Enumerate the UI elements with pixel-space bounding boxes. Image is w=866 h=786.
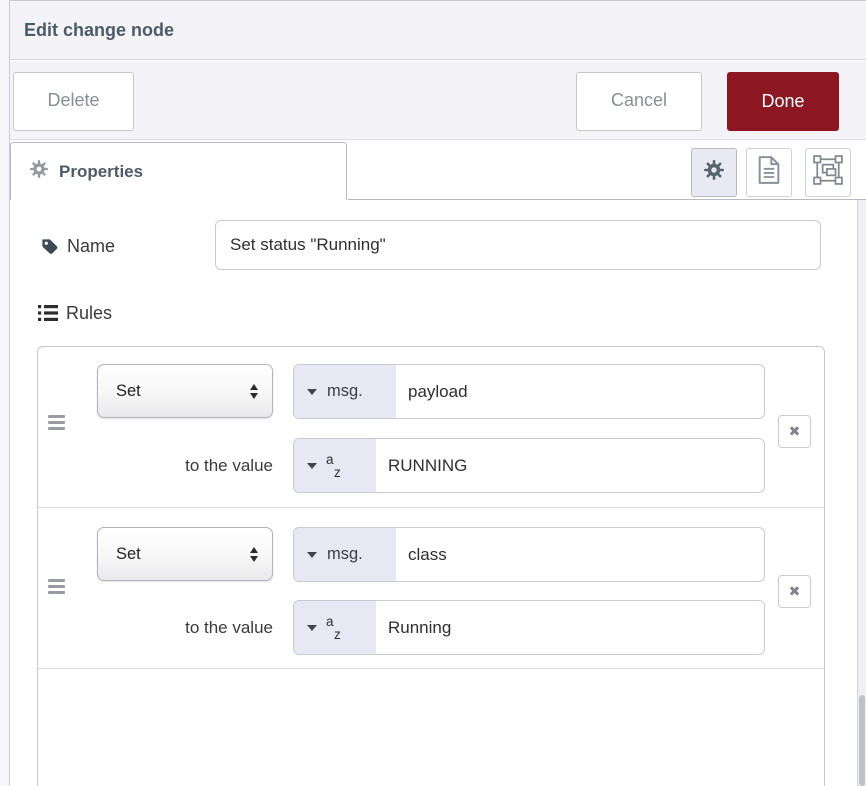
- select-arrows-icon: [250, 547, 258, 562]
- rule-value-input-group: a z: [293, 438, 765, 493]
- rule-value-input[interactable]: [376, 601, 764, 654]
- to-the-value-label: to the value: [97, 438, 273, 493]
- name-label: Name: [67, 228, 115, 264]
- rule-property-input[interactable]: [396, 528, 764, 581]
- rule-property-input[interactable]: [396, 365, 764, 418]
- rule-action-value: Set: [98, 545, 250, 564]
- string-type-icon: a z: [326, 614, 342, 642]
- rule-divider: [38, 668, 824, 669]
- tag-icon: [40, 237, 59, 261]
- list-icon: [38, 303, 58, 328]
- tab-properties-label: Properties: [59, 162, 143, 182]
- rule-property-input-group: msg.: [293, 527, 765, 582]
- remove-icon: ✖: [789, 583, 801, 599]
- cancel-button[interactable]: Cancel: [576, 72, 702, 131]
- rule-action-select[interactable]: Set: [97, 527, 273, 581]
- to-the-value-label: to the value: [97, 600, 273, 655]
- scrollbar-thumb[interactable]: [859, 695, 865, 786]
- rule-property-input-group: msg.: [293, 364, 765, 419]
- caret-down-icon: [307, 463, 317, 469]
- properties-gear-icon: [30, 160, 48, 183]
- canvas-edge-strip: [0, 0, 10, 786]
- rule-divider: [38, 507, 824, 508]
- remove-rule-button[interactable]: ✖: [778, 575, 811, 608]
- rules-label: Rules: [66, 296, 112, 330]
- rule-action-value: Set: [98, 382, 250, 401]
- rule-value-input[interactable]: [376, 439, 764, 492]
- rule-value-input-group: a z: [293, 600, 765, 655]
- edit-change-node-dialog: Edit change node Delete Cancel Done Prop…: [0, 0, 866, 786]
- remove-icon: ✖: [789, 423, 801, 439]
- string-type-icon: a z: [326, 452, 342, 480]
- tab-bar-border: [348, 199, 866, 200]
- select-arrows-icon: [250, 384, 258, 399]
- value-type-button[interactable]: a z: [294, 439, 376, 492]
- dialog-title: Edit change node: [24, 1, 174, 60]
- property-prefix: msg.: [327, 382, 363, 401]
- document-icon: [757, 156, 781, 189]
- caret-down-icon: [307, 389, 317, 395]
- caret-down-icon: [307, 625, 317, 631]
- done-button[interactable]: Done: [727, 72, 839, 131]
- tab-properties[interactable]: Properties: [10, 142, 347, 200]
- node-description-button[interactable]: [746, 148, 792, 197]
- remove-rule-button[interactable]: ✖: [778, 415, 811, 448]
- node-appearance-button[interactable]: [805, 148, 851, 197]
- caret-down-icon: [307, 552, 317, 558]
- name-input[interactable]: [215, 220, 821, 270]
- rule-drag-handle[interactable]: [48, 579, 65, 597]
- rule-action-select[interactable]: Set: [97, 364, 273, 418]
- property-type-button[interactable]: msg.: [294, 528, 396, 581]
- appearance-icon: [813, 155, 843, 190]
- delete-button[interactable]: Delete: [13, 72, 134, 131]
- value-type-button[interactable]: a z: [294, 601, 376, 654]
- dialog-toolbar: Delete Cancel Done: [10, 61, 866, 140]
- gear-icon: [704, 160, 724, 185]
- dialog-header: Edit change node: [10, 0, 866, 60]
- node-settings-button[interactable]: [691, 148, 737, 197]
- property-type-button[interactable]: msg.: [294, 365, 396, 418]
- property-prefix: msg.: [327, 545, 363, 564]
- rule-drag-handle[interactable]: [48, 415, 65, 433]
